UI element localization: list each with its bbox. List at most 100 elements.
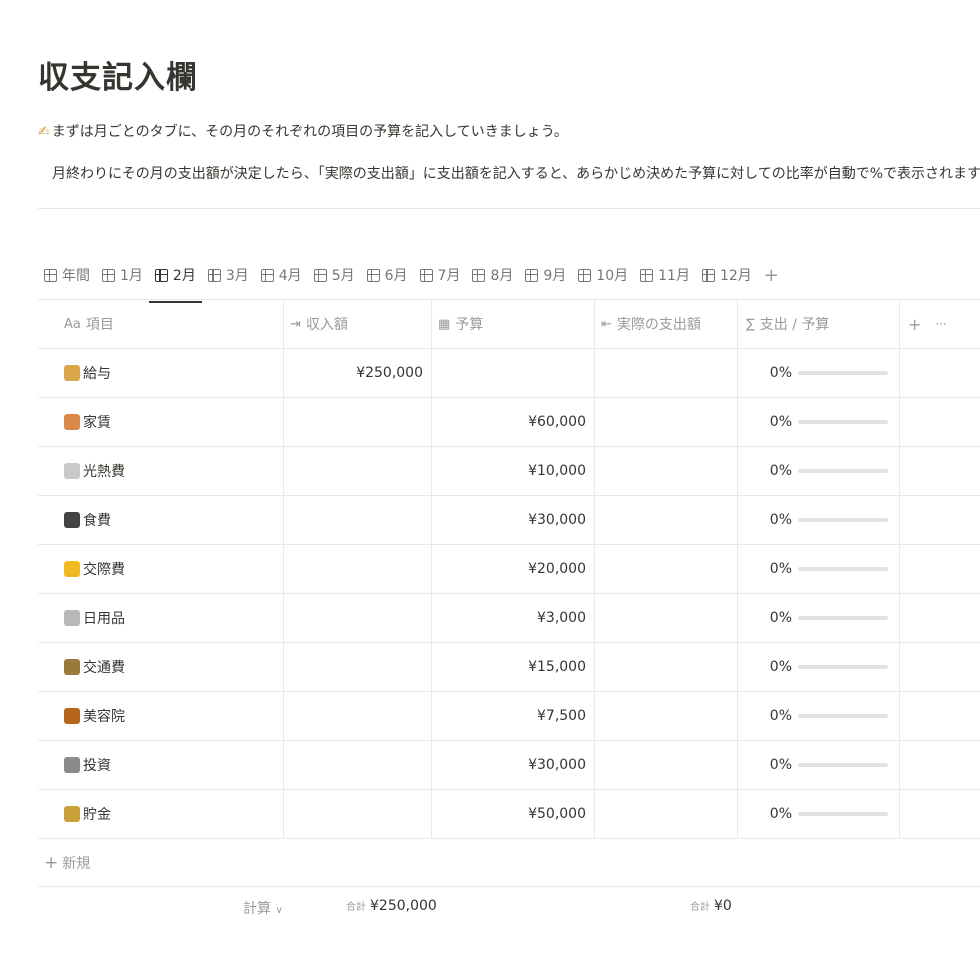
actual-cell[interactable] <box>595 398 738 446</box>
table-row[interactable]: 貯金 ¥50,000 0% <box>38 790 980 839</box>
table-row[interactable]: 交通費 ¥15,000 0% <box>38 643 980 692</box>
actual-cell[interactable] <box>595 692 738 740</box>
item-cell[interactable]: 家賃 <box>38 398 284 446</box>
budget-cell[interactable]: ¥3,000 <box>432 594 595 642</box>
tab-label: 6月 <box>384 268 408 284</box>
table-row[interactable]: 光熱費 ¥10,000 0% <box>38 447 980 496</box>
income-sum-value: ¥250,000 <box>370 898 437 914</box>
item-cell[interactable]: 交際費 <box>38 545 284 593</box>
item-cell[interactable]: 投資 <box>38 741 284 789</box>
budget-cell[interactable] <box>432 349 595 397</box>
item-cell[interactable]: 食費 <box>38 496 284 544</box>
item-cell[interactable]: 光熱費 <box>38 447 284 495</box>
column-budget[interactable]: ▦ 予算 <box>432 300 595 348</box>
item-name: 光熱費 <box>83 464 125 480</box>
table-row[interactable]: 美容院 ¥7,500 0% <box>38 692 980 741</box>
tab-9[interactable]: 9月 <box>519 255 572 295</box>
income-cell[interactable] <box>284 545 432 593</box>
empty-cell <box>900 741 980 789</box>
actual-cell[interactable] <box>595 349 738 397</box>
actual-cell[interactable] <box>595 643 738 691</box>
tab-6[interactable]: 6月 <box>361 255 414 295</box>
income-cell[interactable] <box>284 398 432 446</box>
item-name: 家賃 <box>83 415 111 431</box>
tab-2[interactable]: 2月 <box>148 255 202 303</box>
add-column-button[interactable]: + <box>908 315 921 334</box>
actual-cell[interactable] <box>595 790 738 838</box>
view-tabs: 年間 1月 2月 3月 4月 5月 6月 7月 8月 9月 10月 11月 12月 + <box>38 250 785 303</box>
item-cell[interactable]: 交通費 <box>38 643 284 691</box>
item-cell[interactable]: 給与 <box>38 349 284 397</box>
more-options-button[interactable]: ··· <box>935 317 946 331</box>
add-view-button[interactable]: + <box>758 265 785 286</box>
income-cell[interactable]: ¥250,000 <box>284 349 432 397</box>
actual-cell[interactable] <box>595 741 738 789</box>
budget-cell[interactable]: ¥30,000 <box>432 741 595 789</box>
empty-cell <box>900 692 980 740</box>
table-view-icon <box>154 268 168 282</box>
new-row-label: 新規 <box>62 855 91 872</box>
divider <box>38 208 980 209</box>
ratio-value: 0% <box>769 757 792 773</box>
budget-cell[interactable]: ¥15,000 <box>432 643 595 691</box>
income-cell[interactable] <box>284 643 432 691</box>
budget-cell[interactable]: ¥60,000 <box>432 398 595 446</box>
income-cell[interactable] <box>284 447 432 495</box>
actual-cell[interactable] <box>595 594 738 642</box>
new-row-button[interactable]: + 新規 <box>38 839 980 887</box>
tab-label: 2月 <box>172 268 196 284</box>
table-row[interactable]: 家賃 ¥60,000 0% <box>38 398 980 447</box>
budget-cell[interactable]: ¥20,000 <box>432 545 595 593</box>
budget-cell[interactable]: ¥10,000 <box>432 447 595 495</box>
income-cell[interactable] <box>284 594 432 642</box>
item-name: 貯金 <box>83 807 111 823</box>
actual-sum-value: ¥0 <box>714 898 732 914</box>
tab-12[interactable]: 12月 <box>696 255 758 295</box>
column-actual[interactable]: ⇤ 実際の支出額 <box>595 300 738 348</box>
ratio-value: 0% <box>769 561 792 577</box>
income-sum[interactable]: 合計 ¥250,000 <box>346 898 437 914</box>
tab-7[interactable]: 7月 <box>414 255 467 295</box>
table-row[interactable]: 給与 ¥250,000 0% <box>38 349 980 398</box>
tab-8[interactable]: 8月 <box>466 255 519 295</box>
tab-4[interactable]: 4月 <box>255 255 308 295</box>
ratio-cell: 0% <box>738 496 900 544</box>
budget-cell[interactable]: ¥30,000 <box>432 496 595 544</box>
tab-11[interactable]: 11月 <box>634 255 696 295</box>
item-name: 投資 <box>83 758 111 774</box>
column-actual-label: 実際の支出額 <box>616 317 701 333</box>
table-row[interactable]: 投資 ¥30,000 0% <box>38 741 980 790</box>
budget-cell[interactable]: ¥50,000 <box>432 790 595 838</box>
column-ratio[interactable]: ∑ 支出 / 予算 <box>738 300 900 348</box>
empty-cell <box>900 643 980 691</box>
actual-cell[interactable] <box>595 447 738 495</box>
actual-cell[interactable] <box>595 545 738 593</box>
item-name: 美容院 <box>83 709 125 725</box>
tab-0[interactable]: 年間 <box>38 255 96 295</box>
income-cell[interactable] <box>284 790 432 838</box>
table-row[interactable]: 日用品 ¥3,000 0% <box>38 594 980 643</box>
budget-cell[interactable]: ¥7,500 <box>432 692 595 740</box>
income-cell[interactable] <box>284 692 432 740</box>
income-cell[interactable] <box>284 741 432 789</box>
tab-5[interactable]: 5月 <box>308 255 361 295</box>
tab-1[interactable]: 1月 <box>96 255 149 295</box>
formula-icon: ∑ <box>746 316 755 332</box>
column-ratio-label: 支出 / 予算 <box>759 317 830 333</box>
tab-3[interactable]: 3月 <box>202 255 255 295</box>
tab-10[interactable]: 10月 <box>572 255 634 295</box>
column-name[interactable]: Aa 項目 <box>38 300 284 348</box>
ratio-progress-bar <box>798 812 888 816</box>
actual-cell[interactable] <box>595 496 738 544</box>
item-cell[interactable]: 日用品 <box>38 594 284 642</box>
table-row[interactable]: 食費 ¥30,000 0% <box>38 496 980 545</box>
column-income[interactable]: ⇥ 収入額 <box>284 300 432 348</box>
table-row[interactable]: 交際費 ¥20,000 0% <box>38 545 980 594</box>
actual-sum[interactable]: 合計 ¥0 <box>690 898 732 914</box>
calculate-dropdown[interactable]: 計算 ∨ <box>243 898 283 918</box>
item-cell[interactable]: 美容院 <box>38 692 284 740</box>
item-cell[interactable]: 貯金 <box>38 790 284 838</box>
ratio-cell: 0% <box>738 790 900 838</box>
income-cell[interactable] <box>284 496 432 544</box>
item-emoji-icon <box>64 463 80 479</box>
